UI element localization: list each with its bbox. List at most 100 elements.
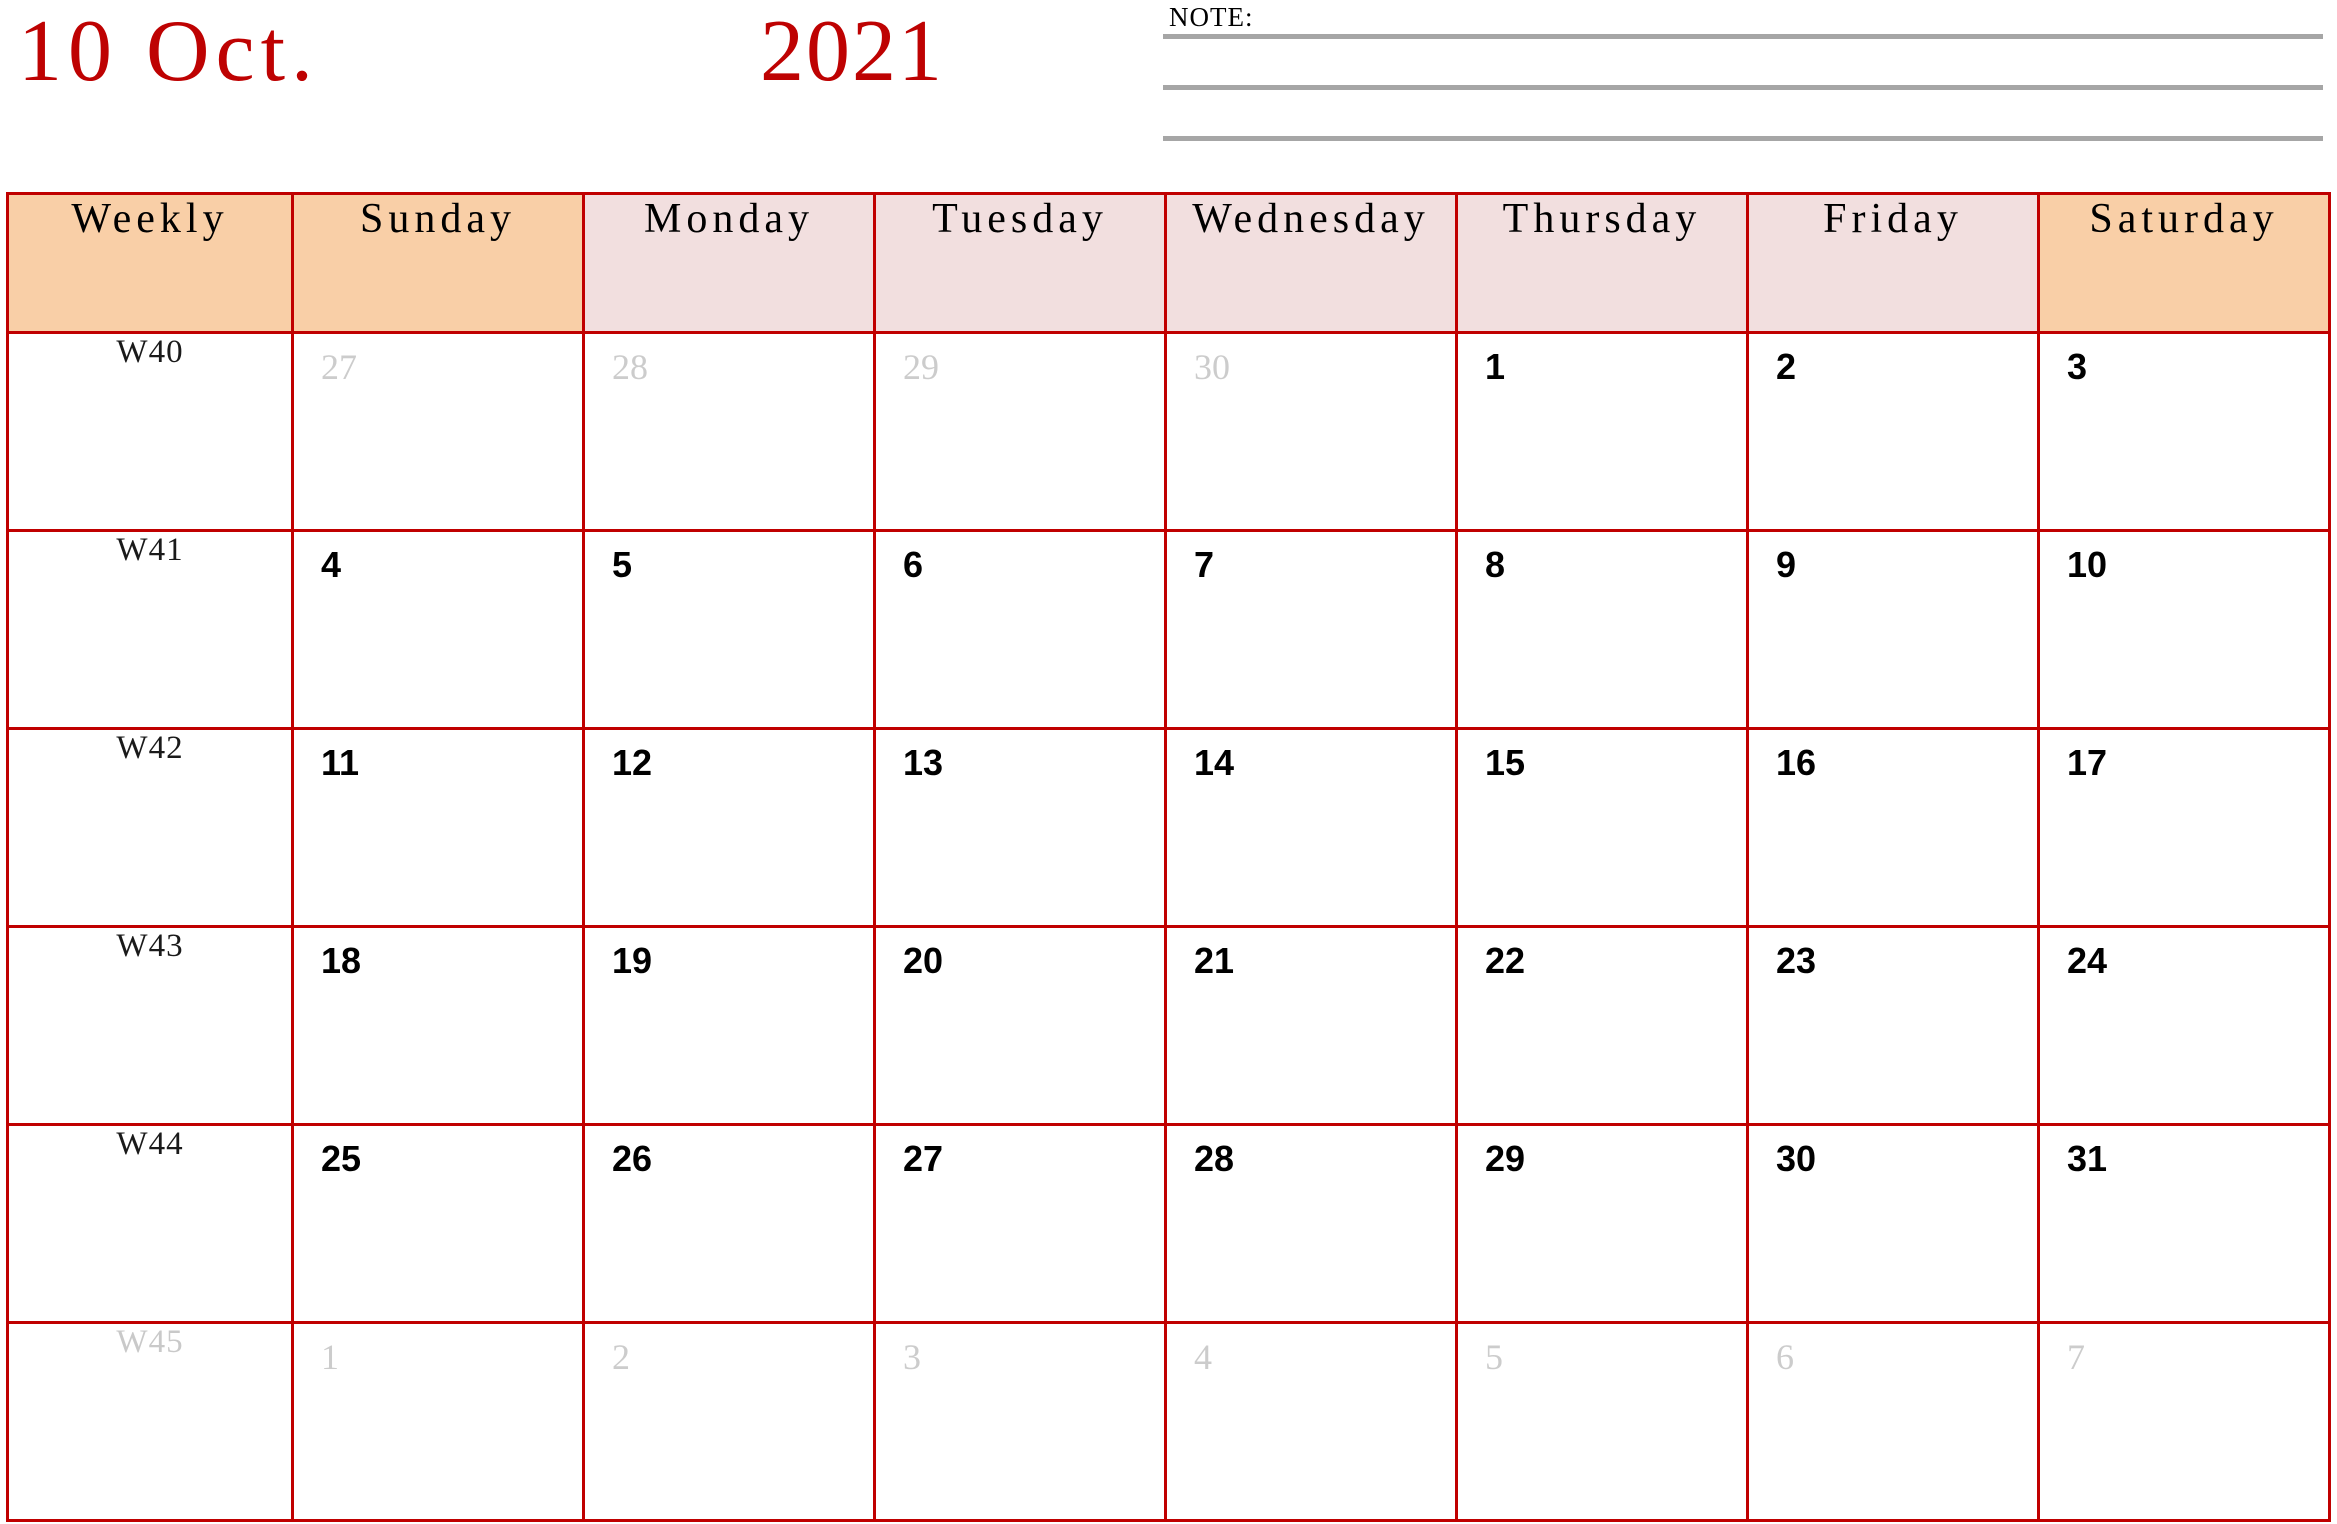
day-cell[interactable]: 27	[291, 331, 585, 532]
day-cell[interactable]: 18	[291, 925, 585, 1126]
day-cell[interactable]: 13	[873, 727, 1167, 928]
day-cell[interactable]: 28	[582, 331, 876, 532]
calendar-table: Weekly Sunday Monday Tuesday Wednesday Thursd…	[6, 192, 2331, 1522]
note-line-1	[1163, 34, 2323, 39]
week-number-cell[interactable]: W42	[6, 727, 294, 928]
column-header-thursday[interactable]: Thursday	[1455, 192, 1749, 334]
calendar-week-row: W44 25 26 27 28 29 30 31	[6, 1123, 2331, 1324]
day-cell[interactable]: 26	[582, 1123, 876, 1324]
week-number-cell[interactable]: W45	[6, 1321, 294, 1522]
calendar-page: 10 Oct. 2021 NOTE: Weekly Sunday Monday Tue…	[0, 0, 2337, 1524]
day-cell[interactable]: 12	[582, 727, 876, 928]
day-number: 26	[612, 1138, 653, 1179]
column-header-wednesday[interactable]: Wednesday	[1164, 192, 1458, 334]
day-cell[interactable]: 11	[291, 727, 585, 928]
column-header-tuesday[interactable]: Tuesday	[873, 192, 1167, 334]
day-number: 27	[321, 347, 357, 387]
week-number-cell[interactable]: W43	[6, 925, 294, 1126]
day-number: 16	[1776, 742, 1817, 783]
day-number: 1	[321, 1337, 339, 1377]
day-number: 4	[1194, 1337, 1212, 1377]
day-cell[interactable]: 30	[1746, 1123, 2040, 1324]
column-header-friday[interactable]: Friday	[1746, 192, 2040, 334]
column-header-weekly[interactable]: Weekly	[6, 192, 294, 334]
day-cell[interactable]: 6	[1746, 1321, 2040, 1522]
day-cell[interactable]: 19	[582, 925, 876, 1126]
day-cell[interactable]: 3	[2037, 331, 2331, 532]
calendar-header-row: Weekly Sunday Monday Tuesday Wednesday Thursd…	[6, 192, 2331, 334]
day-cell[interactable]: 28	[1164, 1123, 1458, 1324]
week-number-cell[interactable]: W44	[6, 1123, 294, 1324]
calendar-week-row: W41 4 5 6 7 8 9 10	[6, 529, 2331, 730]
day-number: 27	[903, 1138, 944, 1179]
day-number: 25	[321, 1138, 362, 1179]
day-cell[interactable]: 5	[1455, 1321, 1749, 1522]
day-cell[interactable]: 1	[1455, 331, 1749, 532]
calendar-body: W40 27 28 29 30 1 2 3 W41 4 5 6 7 8 9 10 W42 11 12 13 14 15 16…	[6, 331, 2331, 1522]
note-label: NOTE:	[1169, 2, 1254, 32]
day-number: 17	[2067, 742, 2108, 783]
day-number: 1	[1485, 346, 1506, 387]
day-number: 31	[2067, 1138, 2108, 1179]
column-header-monday[interactable]: Monday	[582, 192, 876, 334]
day-cell[interactable]: 20	[873, 925, 1167, 1126]
day-cell[interactable]: 4	[1164, 1321, 1458, 1522]
day-cell[interactable]: 27	[873, 1123, 1167, 1324]
day-cell[interactable]: 1	[291, 1321, 585, 1522]
week-number-cell[interactable]: W40	[6, 331, 294, 532]
day-cell[interactable]: 15	[1455, 727, 1749, 928]
day-number: 23	[1776, 940, 1817, 981]
day-number: 10	[2067, 544, 2108, 585]
day-cell[interactable]: 24	[2037, 925, 2331, 1126]
day-cell[interactable]: 21	[1164, 925, 1458, 1126]
day-cell[interactable]: 6	[873, 529, 1167, 730]
day-cell[interactable]: 31	[2037, 1123, 2331, 1324]
calendar-week-row: W42 11 12 13 14 15 16 17	[6, 727, 2331, 928]
day-cell[interactable]: 23	[1746, 925, 2040, 1126]
day-cell[interactable]: 9	[1746, 529, 2040, 730]
day-number: 24	[2067, 940, 2108, 981]
day-number: 3	[2067, 346, 2088, 387]
note-line-2	[1163, 85, 2323, 90]
day-number: 7	[1194, 544, 1215, 585]
day-number: 29	[903, 347, 939, 387]
day-number: 8	[1485, 544, 1506, 585]
day-cell[interactable]: 5	[582, 529, 876, 730]
day-cell[interactable]: 29	[1455, 1123, 1749, 1324]
day-cell[interactable]: 22	[1455, 925, 1749, 1126]
day-cell[interactable]: 30	[1164, 331, 1458, 532]
calendar-week-row: W40 27 28 29 30 1 2 3	[6, 331, 2331, 532]
day-number: 12	[612, 742, 653, 783]
day-number: 20	[903, 940, 944, 981]
day-number: 5	[1485, 1337, 1503, 1377]
calendar-week-row: W43 18 19 20 21 22 23 24	[6, 925, 2331, 1126]
calendar-table-wrapper: Weekly Sunday Monday Tuesday Wednesday Thursd…	[6, 192, 2331, 1522]
note-area[interactable]: NOTE:	[1163, 2, 2323, 152]
day-cell[interactable]: 7	[2037, 1321, 2331, 1522]
column-header-sunday[interactable]: Sunday	[291, 192, 585, 334]
day-cell[interactable]: 8	[1455, 529, 1749, 730]
column-header-saturday[interactable]: Saturday	[2037, 192, 2331, 334]
day-cell[interactable]: 16	[1746, 727, 2040, 928]
page-header: 10 Oct. 2021 NOTE:	[0, 0, 2337, 192]
day-number: 15	[1485, 742, 1526, 783]
day-cell[interactable]: 4	[291, 529, 585, 730]
day-number: 4	[321, 544, 342, 585]
page-title-year: 2021	[760, 3, 944, 100]
day-cell[interactable]: 10	[2037, 529, 2331, 730]
day-cell[interactable]: 29	[873, 331, 1167, 532]
day-number: 19	[612, 940, 653, 981]
day-cell[interactable]: 14	[1164, 727, 1458, 928]
day-number: 7	[2067, 1337, 2085, 1377]
day-cell[interactable]: 3	[873, 1321, 1167, 1522]
week-number-cell[interactable]: W41	[6, 529, 294, 730]
page-title-month: 10 Oct.	[18, 3, 320, 100]
day-number: 30	[1194, 347, 1230, 387]
day-number: 6	[903, 544, 924, 585]
day-cell[interactable]: 25	[291, 1123, 585, 1324]
day-cell[interactable]: 2	[582, 1321, 876, 1522]
day-cell[interactable]: 7	[1164, 529, 1458, 730]
day-number: 3	[903, 1337, 921, 1377]
day-cell[interactable]: 17	[2037, 727, 2331, 928]
day-cell[interactable]: 2	[1746, 331, 2040, 532]
